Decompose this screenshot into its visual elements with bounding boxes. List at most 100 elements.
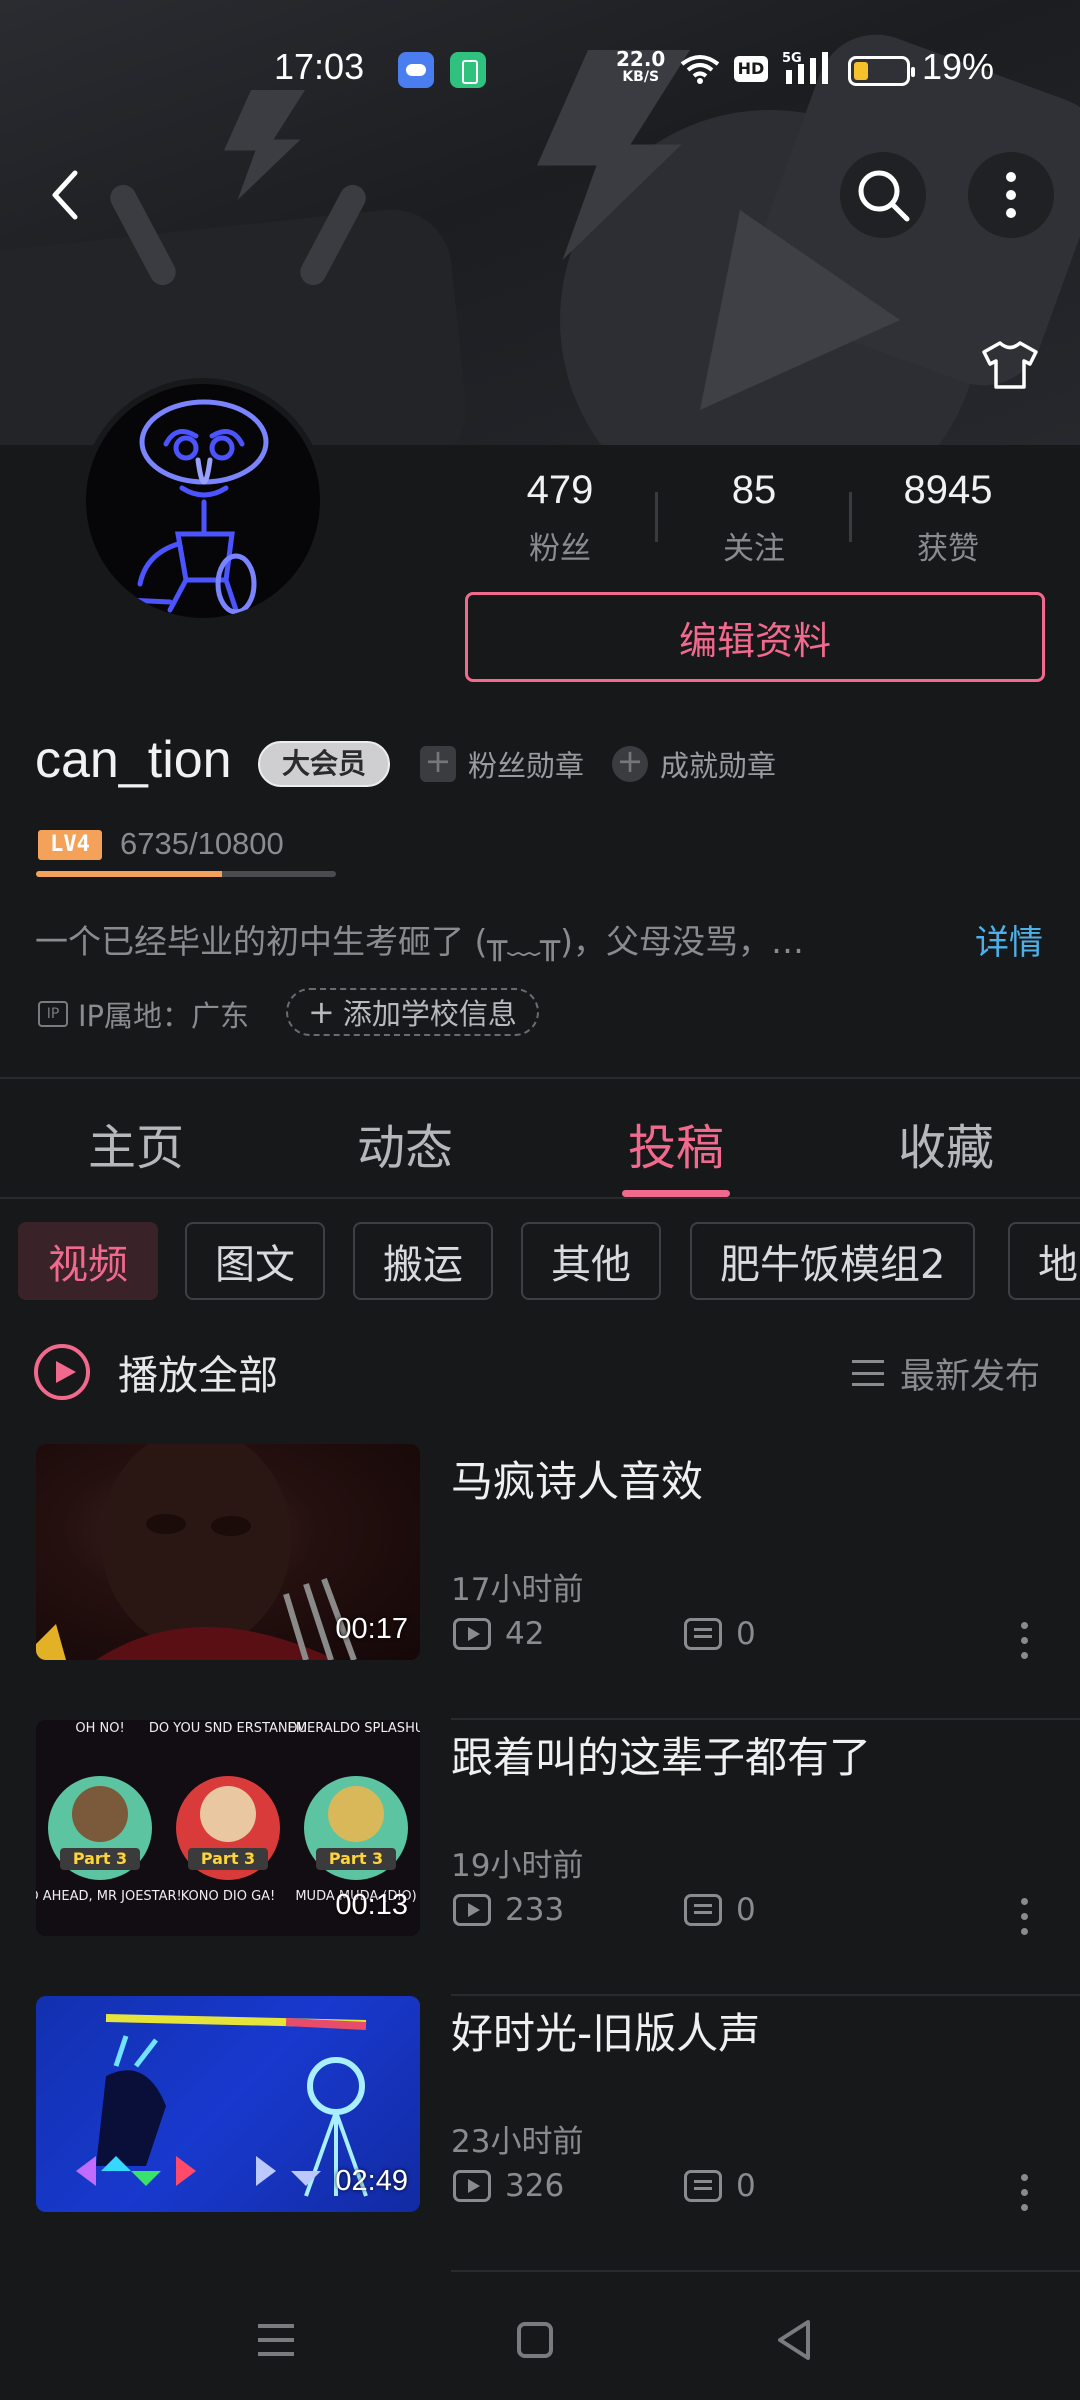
play-count-icon [453, 1618, 491, 1650]
hd-icon: HD [734, 56, 768, 82]
stat-following[interactable]: 85 关注 [664, 468, 844, 568]
stat-divider [849, 492, 852, 542]
chip-video[interactable]: 视频 [18, 1222, 158, 1300]
video-plays: 233 [453, 1890, 564, 1930]
chip-other[interactable]: 其他 [521, 1222, 661, 1300]
comment-count: 0 [736, 1892, 756, 1928]
stat-followers[interactable]: 479 粉丝 [470, 468, 650, 568]
chip-mod-series[interactable]: 肥牛饭模组2 [690, 1222, 976, 1300]
tab-favorites[interactable]: 收藏 [898, 1108, 994, 1178]
kebab-icon[interactable] [1018, 2174, 1030, 2218]
play-all-button[interactable]: 播放全部 [34, 1342, 278, 1402]
add-school-button[interactable]: + 添加学校信息 [286, 988, 539, 1036]
bio-details-link[interactable]: 详情 [975, 915, 1043, 964]
video-time: 23小时前 [451, 2124, 584, 2160]
thumb-caption: GO AHEAD, MR JOESTAR! [36, 1889, 182, 1904]
video-title: 好时光-旧版人声 [451, 2009, 761, 2058]
back-icon [52, 170, 78, 220]
video-item[interactable]: 00:17 马疯诗人音效 17小时前 42 0 [0, 1444, 1080, 1720]
video-thumbnail[interactable]: 00:17 [36, 1444, 420, 1660]
thumb-part: Part 3 [201, 1849, 255, 1868]
comment-icon [684, 1894, 722, 1926]
shirt-icon [982, 341, 1038, 389]
comment-icon [684, 1618, 722, 1650]
video-comments: 0 [684, 2166, 756, 2206]
comment-icon [684, 2170, 722, 2202]
status-time: 17:03 [274, 46, 365, 87]
stat-likes[interactable]: 8945 获赞 [858, 468, 1038, 568]
more-icon [1006, 172, 1016, 218]
stat-value: 8945 [903, 468, 993, 512]
level-progress-bar [36, 871, 336, 877]
video-plays: 326 [453, 2166, 564, 2206]
thumb-caption: DO YOU SND ERSTANDU [149, 1721, 307, 1736]
chip-repost[interactable]: 搬运 [353, 1222, 493, 1300]
level-progress-text: 6735/10800 [120, 826, 284, 861]
comment-count: 0 [736, 2168, 756, 2204]
chip-map[interactable]: 地 [1008, 1222, 1080, 1300]
bio-text: 一个已经毕业的初中生考砸了 (╥﹏╥)，父母没骂，… [35, 922, 804, 961]
back-nav-button[interactable] [764, 2310, 824, 2370]
sort-button[interactable]: 最新发布 [852, 1346, 1040, 1400]
play-all-label: 播放全部 [118, 1353, 278, 1399]
thumb-part: Part 3 [329, 1849, 383, 1868]
plus-icon: + [308, 993, 335, 1031]
play-count-icon [453, 2170, 491, 2202]
level-progress-fill [36, 871, 222, 877]
fan-medal-label: 粉丝勋章 [468, 749, 585, 783]
edit-profile-button[interactable]: 编辑资料 [465, 592, 1045, 682]
username: can_tion [35, 731, 232, 789]
net-speed-unit: KB/S [622, 69, 660, 85]
comment-count: 0 [736, 1616, 756, 1652]
stat-divider [655, 492, 658, 542]
battery-percent: 19% [922, 46, 995, 87]
video-comments: 0 [684, 1890, 756, 1930]
ip-icon: IP [38, 1001, 68, 1027]
ip-location: IP IP属地：广东 [38, 994, 249, 1034]
video-time: 19小时前 [451, 1848, 584, 1884]
thumb-caption: EMERALDO SPLASHU [288, 1721, 420, 1736]
dress-up-button[interactable] [975, 330, 1045, 400]
play-count: 326 [505, 2168, 565, 2204]
video-thumbnail[interactable]: Part 3 Part 3 Part 3 OH NO! DO YOU SND E… [36, 1720, 420, 1936]
stat-value: 479 [526, 468, 594, 512]
fan-medal-icon [420, 742, 456, 782]
video-duration: 02:49 [335, 2165, 408, 2197]
divider [0, 1077, 1080, 1079]
more-button[interactable] [968, 152, 1054, 238]
home-button[interactable] [505, 2310, 565, 2370]
video-thumbnail[interactable]: 02:49 [36, 1996, 420, 2212]
battery-icon [848, 56, 915, 86]
back-triangle-icon [778, 2320, 810, 2360]
avatar[interactable] [80, 378, 326, 624]
tab-home[interactable]: 主页 [88, 1108, 184, 1178]
menu-button[interactable] [246, 2310, 306, 2370]
kebab-icon[interactable] [1018, 1898, 1030, 1942]
video-duration: 00:13 [335, 1889, 408, 1921]
play-count-icon [453, 1894, 491, 1926]
stat-value: 85 [731, 468, 777, 512]
back-button[interactable] [22, 152, 108, 238]
sort-label: 最新发布 [900, 1356, 1041, 1397]
stat-label: 粉丝 [529, 531, 591, 567]
chip-image-text[interactable]: 图文 [185, 1222, 325, 1300]
video-comments: 0 [684, 1614, 756, 1654]
achievement-medal-icon [612, 742, 648, 782]
fan-medal-button[interactable]: 粉丝勋章 [420, 742, 585, 784]
battery-app-icon [450, 52, 486, 88]
video-title: 马疯诗人音效 [451, 1457, 704, 1506]
play-count: 42 [505, 1616, 545, 1652]
tab-dynamics[interactable]: 动态 [357, 1108, 453, 1178]
network-type: 5G [782, 51, 802, 66]
video-item[interactable]: Part 3 Part 3 Part 3 OH NO! DO YOU SND E… [0, 1720, 1080, 1996]
status-bar: 17:03 22.0 KB/S HD 5G 19% [0, 38, 1080, 98]
video-item[interactable]: 02:49 好时光-旧版人声 23小时前 326 0 [0, 1996, 1080, 2272]
search-icon [858, 170, 910, 222]
search-button[interactable] [840, 152, 926, 238]
tab-submissions[interactable]: 投稿 [628, 1108, 724, 1178]
achievement-medal-button[interactable]: 成就勋章 [612, 742, 776, 784]
vip-badge[interactable]: 大会员 [258, 741, 391, 787]
wifi-icon [680, 55, 720, 84]
video-plays: 42 [453, 1614, 544, 1654]
kebab-icon[interactable] [1018, 1622, 1030, 1666]
